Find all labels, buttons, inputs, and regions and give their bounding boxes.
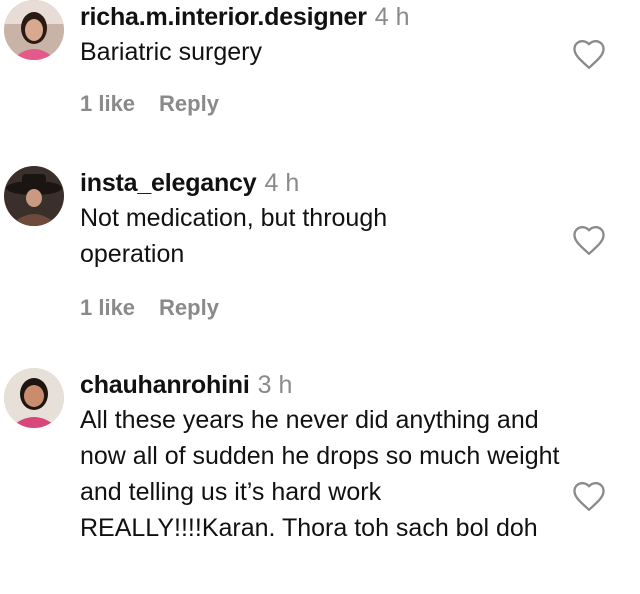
timestamp: 4 h <box>264 169 300 197</box>
avatar[interactable] <box>4 0 64 60</box>
reply-button[interactable]: Reply <box>159 91 219 116</box>
comment-text: Not medication, but through operation <box>80 204 388 268</box>
timestamp: 4 h <box>374 3 410 31</box>
heart-outline-icon[interactable] <box>571 480 607 512</box>
comment-text: All these years he never did anything an… <box>80 406 560 542</box>
comment-item: richa.m.interior.designer 4 h Bariatric s… <box>0 0 640 140</box>
comment-body: insta_elegancy 4 h Not medication, but th… <box>80 168 570 272</box>
comment-header: chauhanrohini 3 h <box>80 370 570 400</box>
username-link[interactable]: richa.m.interior.designer <box>80 3 367 31</box>
timestamp: 3 h <box>257 371 293 399</box>
username-link[interactable]: insta_elegancy <box>80 169 257 197</box>
likes-count[interactable]: 1 like <box>80 295 135 320</box>
comment-actions: 1 like Reply <box>80 91 219 117</box>
avatar[interactable] <box>4 166 64 226</box>
comment-body: richa.m.interior.designer 4 h Bariatric s… <box>80 2 570 70</box>
comment-header: richa.m.interior.designer 4 h <box>80 2 570 32</box>
comment-text: Bariatric surgery <box>80 38 262 66</box>
username-link[interactable]: chauhanrohini <box>80 371 250 399</box>
avatar[interactable] <box>4 368 64 428</box>
reply-button[interactable]: Reply <box>159 295 219 320</box>
heart-outline-icon[interactable] <box>571 224 607 256</box>
comment-body: chauhanrohini 3 h All these years he neve… <box>80 370 570 546</box>
comment-header: insta_elegancy 4 h <box>80 168 570 198</box>
comment-item: insta_elegancy 4 h Not medication, but th… <box>0 166 640 336</box>
likes-count[interactable]: 1 like <box>80 91 135 116</box>
comment-actions: 1 like Reply <box>80 295 219 321</box>
heart-outline-icon[interactable] <box>571 38 607 70</box>
comment-item: chauhanrohini 3 h All these years he neve… <box>0 368 640 594</box>
